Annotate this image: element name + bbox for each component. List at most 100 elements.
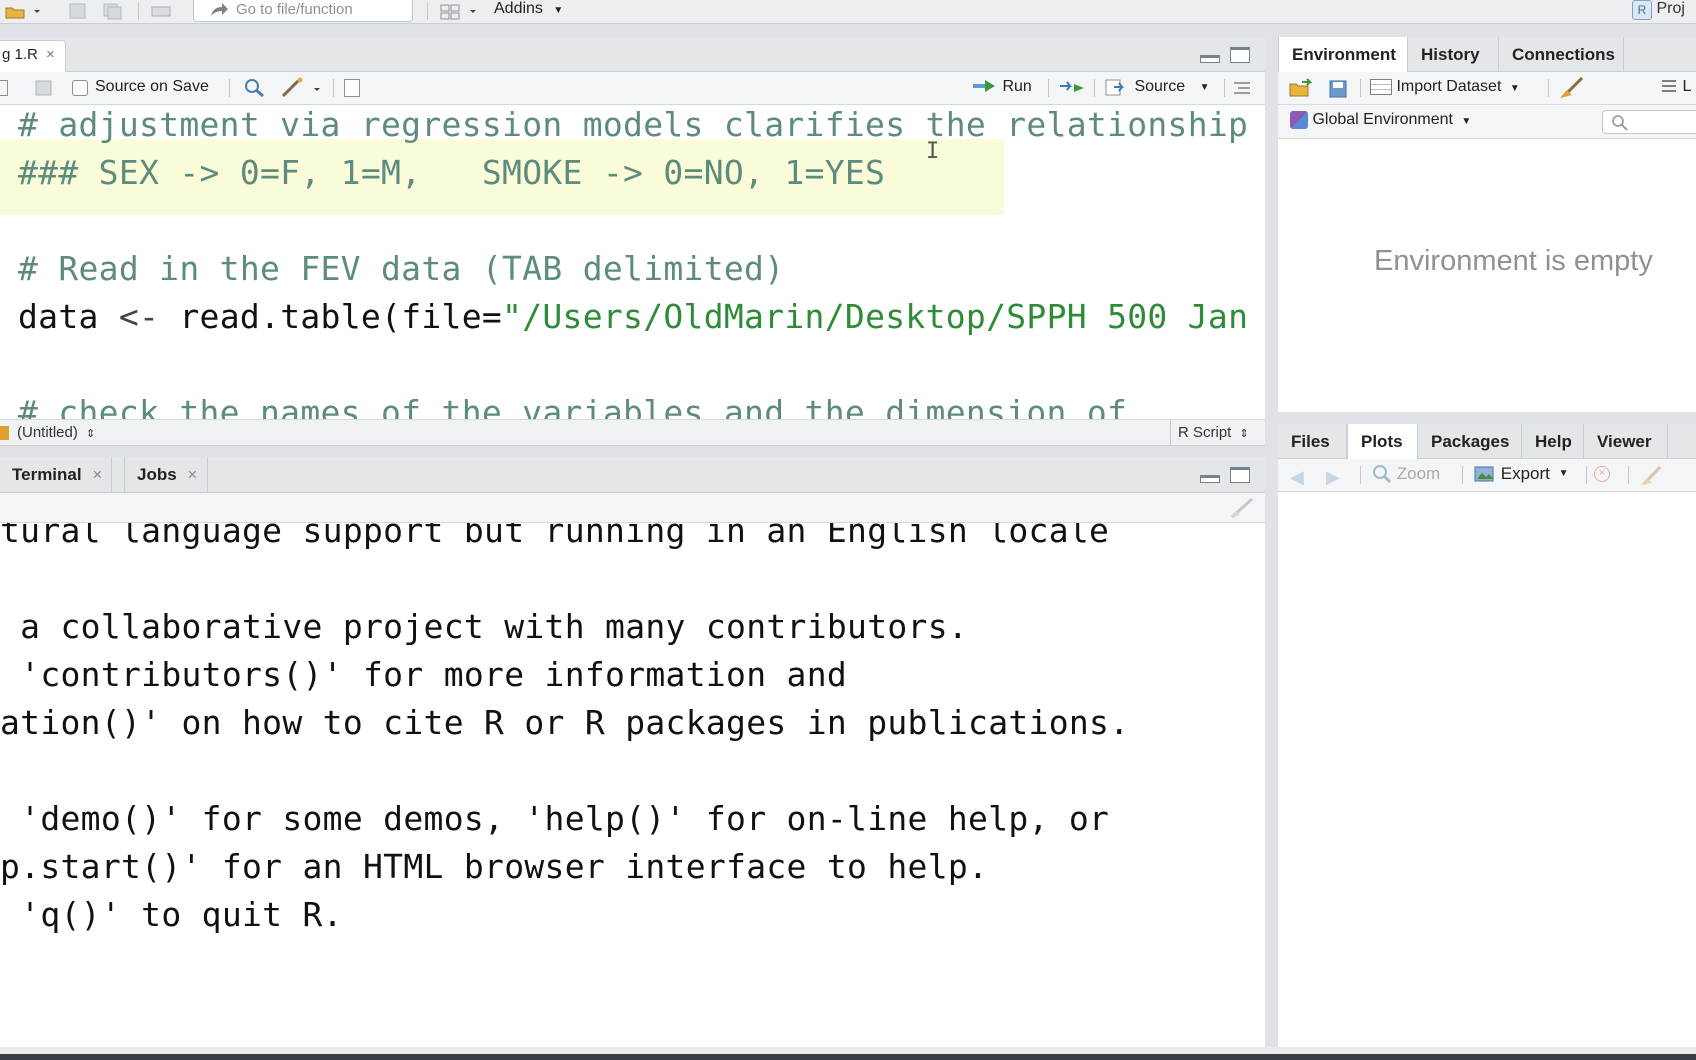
source-on-save-checkbox[interactable]	[72, 80, 88, 96]
close-icon[interactable]: ×	[92, 465, 102, 484]
console-line: tural language support but running in an…	[0, 523, 1110, 550]
environment-tabbar: Environment History Connections	[1278, 37, 1696, 72]
minimize-pane-icon[interactable]	[1200, 55, 1220, 63]
tab-connections[interactable]: Connections	[1499, 37, 1624, 72]
export-button[interactable]: Export ▼	[1472, 464, 1569, 489]
layout-grid-icon[interactable]	[440, 2, 476, 20]
addins-label: Addins	[494, 0, 543, 17]
maximize-pane-icon[interactable]	[1230, 47, 1250, 63]
tab-plots[interactable]: Plots	[1347, 424, 1418, 459]
updown-chevron-icon: ⇕	[86, 428, 96, 440]
global-environment-label: Global Environment	[1312, 111, 1453, 129]
console-line: 'contributors()' for more information an…	[0, 655, 848, 694]
environment-search-input[interactable]	[1602, 110, 1696, 134]
export-label: Export	[1500, 464, 1550, 483]
tab-environment[interactable]: Environment	[1278, 37, 1408, 72]
code-function-call: read.table(file=	[159, 297, 503, 336]
console-output[interactable]: tural language support but running in an…	[0, 523, 1265, 1047]
close-icon[interactable]: ×	[187, 465, 197, 484]
goto-arrow-icon	[208, 1, 230, 23]
back-arrow-icon[interactable]: ◀	[1290, 467, 1304, 488]
save-all-icon[interactable]	[102, 2, 122, 20]
source-on-save-label: Source on Save	[95, 78, 209, 95]
table-icon	[1370, 78, 1392, 95]
horizontal-splitter-right[interactable]	[1278, 412, 1696, 424]
project-label: Proj	[1656, 0, 1685, 17]
tab-help[interactable]: Help	[1522, 424, 1584, 459]
go-to-file-input[interactable]: Go to file/function	[193, 0, 413, 22]
open-file-icon[interactable]	[4, 2, 40, 20]
close-icon[interactable]: ×	[46, 46, 55, 63]
horizontal-splitter-left[interactable]	[0, 446, 1265, 457]
show-in-window-icon[interactable]	[0, 80, 8, 96]
tab-terminal[interactable]: Terminal ×	[0, 457, 112, 493]
tab-viewer[interactable]: Viewer	[1584, 424, 1668, 459]
environment-body: Environment is empty	[1278, 139, 1696, 412]
chevron-down-icon[interactable]: ▼	[1200, 82, 1210, 93]
list-view-button[interactable]: L	[1660, 78, 1691, 99]
source-button[interactable]: Source ▼	[1104, 78, 1210, 101]
clear-console-icon[interactable]	[1228, 497, 1256, 524]
zoom-label: Zoom	[1396, 464, 1441, 483]
magic-wand-icon[interactable]	[280, 77, 322, 104]
source-tabbar	[0, 37, 1265, 72]
compile-report-icon[interactable]	[344, 79, 360, 97]
code-line-4: # Read in the FEV data (TAB delimited)	[18, 249, 785, 288]
import-dataset-label: Import Dataset	[1396, 78, 1502, 95]
vertical-splitter[interactable]	[1265, 37, 1278, 1047]
tab-packages[interactable]: Packages	[1418, 424, 1522, 459]
zoom-button[interactable]: Zoom	[1372, 464, 1440, 489]
tab-label: History	[1421, 45, 1480, 64]
console-line: a collaborative project with many contri…	[0, 607, 969, 646]
tab-label: Files	[1291, 432, 1330, 451]
minimize-pane-icon[interactable]	[1200, 475, 1220, 483]
rerun-icon[interactable]	[1058, 80, 1088, 101]
tab-label: Terminal	[12, 465, 82, 484]
code-line-2: ### SEX -> 0=F, 1=M, SMOKE -> 0=NO, 1=YE…	[18, 153, 886, 192]
export-image-icon	[1472, 466, 1501, 488]
forward-arrow-icon[interactable]: ▶	[1326, 467, 1340, 488]
file-type-label: R Script	[1178, 424, 1232, 441]
console-tabbar: Terminal × Jobs ×	[0, 457, 1265, 493]
environment-toolbar: Import Dataset ▼ L	[1278, 72, 1696, 105]
tab-history[interactable]: History	[1408, 37, 1499, 72]
run-label: Run	[1002, 78, 1032, 95]
tab-source-file[interactable]: g 1.R ×	[0, 40, 66, 72]
run-button[interactable]: Run	[972, 78, 1032, 99]
clear-workspace-icon[interactable]	[1558, 76, 1586, 105]
addins-menu[interactable]: Addins ▼	[494, 0, 563, 22]
clear-plots-icon[interactable]	[1638, 464, 1664, 491]
tab-jobs[interactable]: Jobs ×	[124, 457, 208, 493]
code-line-7: # check the names of the variables and t…	[18, 393, 1128, 419]
maximize-pane-icon[interactable]	[1230, 467, 1250, 483]
source-toolbar: Source on Save Run Source ▼	[0, 72, 1265, 105]
chevron-down-icon: ▼	[1461, 116, 1472, 128]
scope-selector[interactable]: (Untitled) ⇕	[17, 424, 95, 441]
save-workspace-icon[interactable]	[1328, 79, 1348, 104]
source-file-icon	[1104, 79, 1134, 100]
function-scope-icon	[0, 426, 9, 440]
document-outline-icon[interactable]	[1232, 80, 1252, 101]
r-project-icon: R	[1632, 0, 1652, 20]
code-editor[interactable]: # adjustment via regression models clari…	[0, 105, 1265, 419]
save-icon[interactable]	[34, 79, 54, 102]
environment-scope-bar: Global Environment ▼	[1278, 105, 1696, 139]
project-menu[interactable]: R Proj	[1632, 0, 1685, 20]
file-type-selector[interactable]: R Script ⇕	[1178, 424, 1249, 441]
import-dataset-button[interactable]: Import Dataset ▼	[1370, 78, 1520, 96]
tab-label: Help	[1535, 432, 1572, 451]
plots-toolbar: ◀ ▶ Zoom Export ▼ ×	[1278, 459, 1696, 492]
plots-viewer	[1278, 492, 1696, 1047]
search-icon	[1611, 114, 1629, 137]
print-icon[interactable]	[150, 2, 171, 20]
save-icon[interactable]	[68, 2, 88, 20]
source-statusbar: (Untitled) ⇕ R Script ⇕	[0, 419, 1265, 446]
global-environment-selector[interactable]: Global Environment ▼	[1290, 111, 1471, 129]
search-icon[interactable]	[244, 78, 266, 103]
list-icon	[1660, 80, 1682, 98]
load-workspace-icon[interactable]	[1288, 78, 1318, 103]
remove-plot-icon[interactable]: ×	[1594, 466, 1610, 482]
tab-files[interactable]: Files	[1278, 424, 1347, 459]
go-to-file-placeholder: Go to file/function	[236, 1, 353, 18]
tab-label: Environment	[1292, 45, 1396, 64]
